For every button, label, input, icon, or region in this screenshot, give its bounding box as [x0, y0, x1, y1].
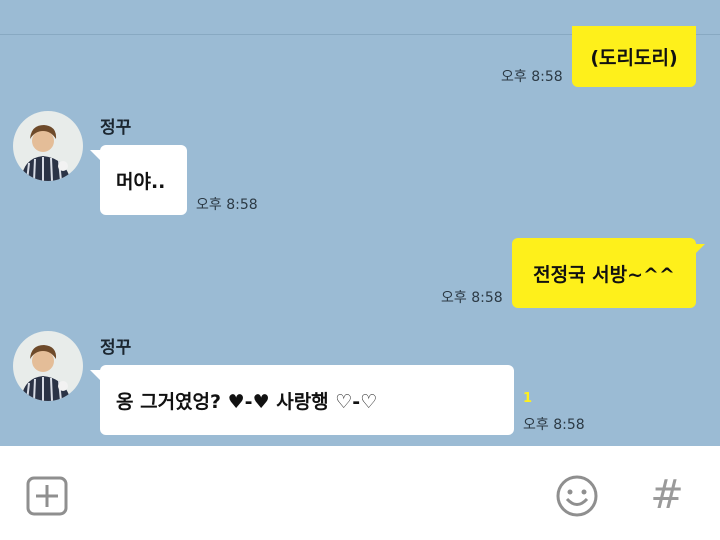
message-time: 오후 8:58: [501, 69, 563, 85]
profile-photo: [13, 331, 83, 401]
message-time: 오후 8:58: [523, 417, 585, 433]
message-time: 오후 8:58: [196, 197, 258, 213]
message-composer: #: [0, 446, 720, 540]
sender-name: 정꾸: [100, 338, 132, 358]
smiley-icon[interactable]: [553, 472, 601, 520]
my-message-bubble[interactable]: (도리도리): [572, 26, 696, 87]
chat-screen: (도리도리) 오후 8:58 정꾸 머야.. 오후 8:58 전정국 서방~^^…: [0, 0, 720, 540]
hashtag-icon[interactable]: #: [644, 472, 690, 518]
unread-count: 1: [523, 391, 533, 406]
message-text: 옹 그거였엉? ♥-♥ 사랑행 ♡-♡: [116, 390, 378, 413]
profile-photo: [13, 111, 83, 181]
their-message-bubble[interactable]: 옹 그거였엉? ♥-♥ 사랑행 ♡-♡: [100, 365, 514, 435]
message-text: (도리도리): [590, 47, 678, 69]
avatar[interactable]: [13, 331, 83, 401]
their-message-bubble[interactable]: 머야..: [100, 145, 187, 215]
plus-square-icon[interactable]: [24, 474, 70, 518]
my-message-bubble[interactable]: 전정국 서방~^^: [512, 238, 696, 308]
message-time: 오후 8:58: [441, 290, 503, 306]
bubble-tail: [695, 244, 705, 254]
sender-name: 정꾸: [100, 118, 132, 138]
avatar[interactable]: [13, 111, 83, 181]
message-text: 머야..: [116, 170, 166, 193]
message-text: 전정국 서방~^^: [533, 263, 675, 286]
